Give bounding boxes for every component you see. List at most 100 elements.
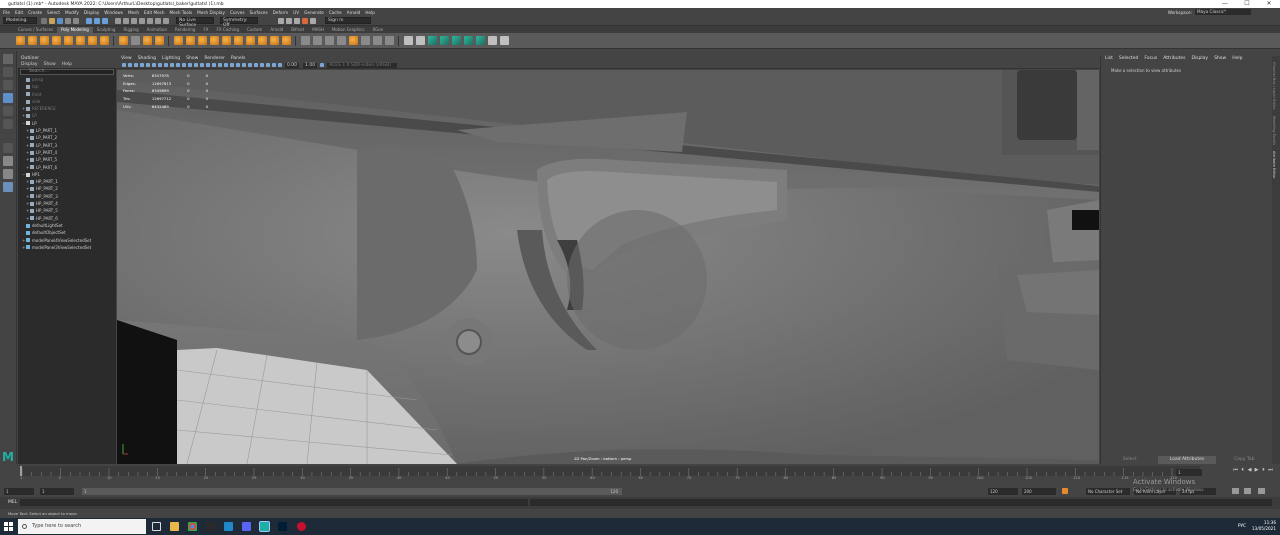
outliner-item[interactable]: + LP_PART_2 (18, 134, 116, 141)
discord-icon[interactable] (242, 522, 251, 531)
tab-xgen[interactable]: XGen (368, 27, 387, 33)
uv-automatic-icon[interactable] (439, 36, 449, 45)
exposure-field[interactable]: 0.00 (285, 62, 300, 68)
menu-create[interactable]: Create (28, 10, 42, 15)
step-back-frame-icon[interactable]: ◀ (1246, 467, 1253, 473)
menu-surfaces[interactable]: Surfaces (250, 10, 268, 15)
viewport-menu-lighting[interactable]: Lighting (162, 56, 180, 62)
poly-disc-icon[interactable] (87, 36, 97, 45)
bevel-icon[interactable] (324, 36, 334, 45)
open-scene-icon[interactable] (49, 17, 55, 24)
outliner-item[interactable]: top (18, 83, 116, 90)
uv-planar-icon[interactable] (427, 36, 437, 45)
poly-torus-icon[interactable] (63, 36, 73, 45)
file-explorer-icon[interactable] (170, 522, 179, 531)
sweep-mesh-icon[interactable] (130, 36, 140, 45)
view-transform-dropdown[interactable]: ACES 1.0 SDR-video (sRGB) (327, 62, 398, 68)
end-time-field[interactable]: 200 (1022, 487, 1056, 495)
safe-action-icon[interactable] (188, 63, 192, 67)
wireframe-on-shaded-icon[interactable] (212, 63, 216, 67)
combine-icon[interactable] (173, 36, 183, 45)
outliner-item[interactable]: + LP_PART_4 (18, 149, 116, 156)
maximize-button[interactable]: ☐ (1236, 0, 1258, 8)
command-input[interactable] (20, 499, 528, 506)
tab-custom[interactable]: Custom (243, 27, 266, 33)
menu-set-dropdown[interactable]: Modeling (3, 17, 37, 24)
select-object-icon[interactable] (94, 17, 100, 24)
menu-generate[interactable]: Generate (304, 10, 324, 15)
separate-icon[interactable] (185, 36, 195, 45)
menu-mesh[interactable]: Mesh (128, 10, 139, 15)
boolean-difference-icon[interactable] (221, 36, 231, 45)
outliner-item[interactable]: + HP_PART_1 (18, 178, 116, 185)
bookmark-icon[interactable] (134, 63, 138, 67)
menu-select[interactable]: Select (47, 10, 60, 15)
uv-layout-icon[interactable] (475, 36, 485, 45)
uv-sew-icon[interactable] (499, 36, 509, 45)
film-gate-icon[interactable] (164, 63, 168, 67)
outliner-menu-help[interactable]: Help (62, 62, 72, 68)
field-chart-icon[interactable] (182, 63, 186, 67)
extrude-icon[interactable] (300, 36, 310, 45)
motion-blur-icon[interactable] (242, 63, 246, 67)
ae-load-attributes-button[interactable]: Load Attributes (1158, 456, 1216, 464)
outliner-item[interactable]: + LP_PART_5 (18, 156, 116, 163)
outliner-item[interactable]: + HP_PART_4 (18, 200, 116, 207)
task-view-icon[interactable] (152, 522, 161, 531)
ipr-render-icon[interactable] (286, 17, 292, 24)
outliner-item[interactable]: + HP_PART_6 (18, 215, 116, 222)
quad-draw-icon[interactable] (384, 36, 394, 45)
resolution-gate-icon[interactable] (170, 63, 174, 67)
gamma-field[interactable]: 1.00 (303, 62, 318, 68)
windows-start-icon[interactable] (4, 522, 13, 531)
tab-rendering[interactable]: Rendering (171, 27, 199, 33)
xray-components-icon[interactable] (278, 63, 282, 67)
lasso-tool-icon[interactable] (3, 67, 13, 77)
outliner-item[interactable]: − HP1 (18, 171, 116, 178)
playback-prefs-icon[interactable] (1258, 488, 1265, 494)
ae-menu-show[interactable]: Show (1214, 56, 1226, 62)
menu-help[interactable]: Help (365, 10, 375, 15)
menu-file[interactable]: File (3, 10, 10, 15)
opera-icon[interactable] (297, 522, 306, 531)
menu-arnold[interactable]: Arnold (347, 10, 361, 15)
outliner-item[interactable]: + modelPanel3ViewSelectedSet (18, 244, 116, 251)
camera-attributes-icon[interactable] (128, 63, 132, 67)
anim-end-field[interactable]: 120 (988, 487, 1018, 495)
svg-tool-icon[interactable] (154, 36, 164, 45)
tab-modeling-toolkit[interactable]: Modeling Toolkit (1272, 116, 1276, 145)
tray-date[interactable]: 13/05/2021 (1252, 526, 1276, 532)
menu-mesh-display[interactable]: Mesh Display (197, 10, 225, 15)
menu-edit[interactable]: Edit (15, 10, 23, 15)
minimize-button[interactable]: — (1214, 0, 1236, 8)
outliner-item[interactable]: + LP_PART_3 (18, 142, 116, 149)
safe-title-icon[interactable] (194, 63, 198, 67)
merge-icon[interactable] (336, 36, 346, 45)
tab-sculpting[interactable]: Sculpting (93, 27, 120, 33)
uv-unfold-icon[interactable] (463, 36, 473, 45)
steam-icon[interactable] (206, 522, 215, 531)
render-frame-icon[interactable] (278, 17, 284, 24)
platonic-solid-icon[interactable] (99, 36, 109, 45)
snap-point-icon[interactable] (131, 17, 137, 24)
photoshop-icon[interactable] (278, 522, 287, 531)
viewport-menu-shading[interactable]: Shading (138, 56, 156, 62)
new-scene-icon[interactable] (41, 17, 47, 24)
ae-copy-tab-button[interactable]: Copy Tab (1216, 456, 1273, 464)
outliner-menu-display[interactable]: Display (21, 62, 38, 68)
tab-motion-graphics[interactable]: Motion Graphics (328, 27, 369, 33)
super-shape-icon[interactable] (118, 36, 128, 45)
render-settings-icon[interactable] (294, 17, 300, 24)
close-button[interactable]: ✕ (1258, 0, 1280, 8)
snap-edge-icon[interactable] (163, 17, 169, 24)
append-polygon-icon[interactable] (348, 36, 358, 45)
uv-editor-icon[interactable] (487, 36, 497, 45)
select-component-icon[interactable] (102, 17, 108, 24)
ae-menu-focus[interactable]: Focus (1144, 56, 1157, 62)
gate-mask-icon[interactable] (176, 63, 180, 67)
menu-windows[interactable]: Windows (104, 10, 123, 15)
tray-language[interactable]: РУС (1238, 523, 1246, 529)
render-view-icon[interactable] (310, 17, 316, 24)
anim-start-field[interactable]: 1 (40, 487, 74, 495)
target-weld-icon[interactable] (372, 36, 382, 45)
